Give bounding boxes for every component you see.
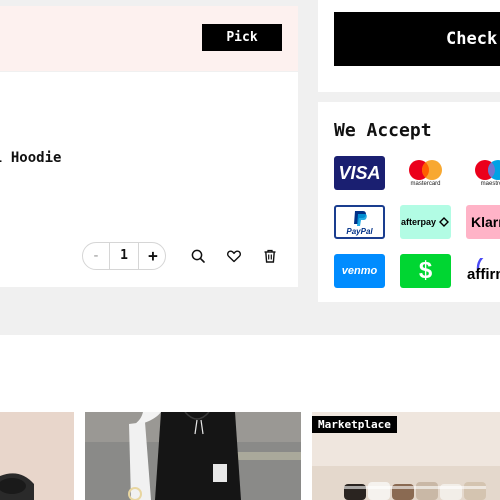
search-icon[interactable] xyxy=(190,248,206,264)
quantity-stepper: - 1 + xyxy=(82,242,166,270)
venmo-label: venmo xyxy=(341,265,378,277)
maestro-icon: maestro xyxy=(466,156,500,190)
product-image-2 xyxy=(85,412,301,500)
cashapp-icon: $ xyxy=(400,254,451,288)
maestro-label: maestro xyxy=(480,181,500,187)
klarna-icon: Klarn xyxy=(466,205,500,239)
item-name[interactable]: l Hoodie xyxy=(0,150,61,166)
heart-icon[interactable] xyxy=(226,248,242,264)
product-tile-2[interactable] xyxy=(85,412,301,500)
affirm-icon: affirm xyxy=(466,254,500,288)
visa-icon: VISA xyxy=(334,156,385,190)
cashapp-label: $ xyxy=(418,257,433,284)
klarna-label: Klarn xyxy=(471,214,500,230)
product-tile-1[interactable] xyxy=(0,412,74,500)
marketplace-badge: Marketplace xyxy=(312,416,397,433)
affirm-label: affirm xyxy=(467,266,500,283)
afterpay-label: afterpay xyxy=(401,217,437,227)
trash-icon[interactable] xyxy=(262,248,278,264)
checkout-button[interactable]: Check xyxy=(334,12,500,66)
pick-button[interactable]: Pick xyxy=(202,24,282,51)
increase-quantity-button[interactable]: + xyxy=(140,243,166,269)
decrease-quantity-button[interactable]: - xyxy=(83,243,109,269)
paypal-label: PayPal xyxy=(346,227,373,236)
paypal-icon: PayPal xyxy=(334,205,385,239)
product-image-1 xyxy=(0,412,74,500)
cart-item-card: l Hoodie - 1 + xyxy=(0,72,298,287)
visa-label: VISA xyxy=(338,163,381,183)
venmo-icon: venmo xyxy=(334,254,385,288)
payment-methods-title: We Accept xyxy=(334,120,432,141)
mastercard-label: mastercard xyxy=(410,181,441,187)
afterpay-icon: afterpay xyxy=(400,205,451,239)
quantity-value[interactable]: 1 xyxy=(109,243,139,269)
mastercard-icon: mastercard xyxy=(400,156,451,190)
